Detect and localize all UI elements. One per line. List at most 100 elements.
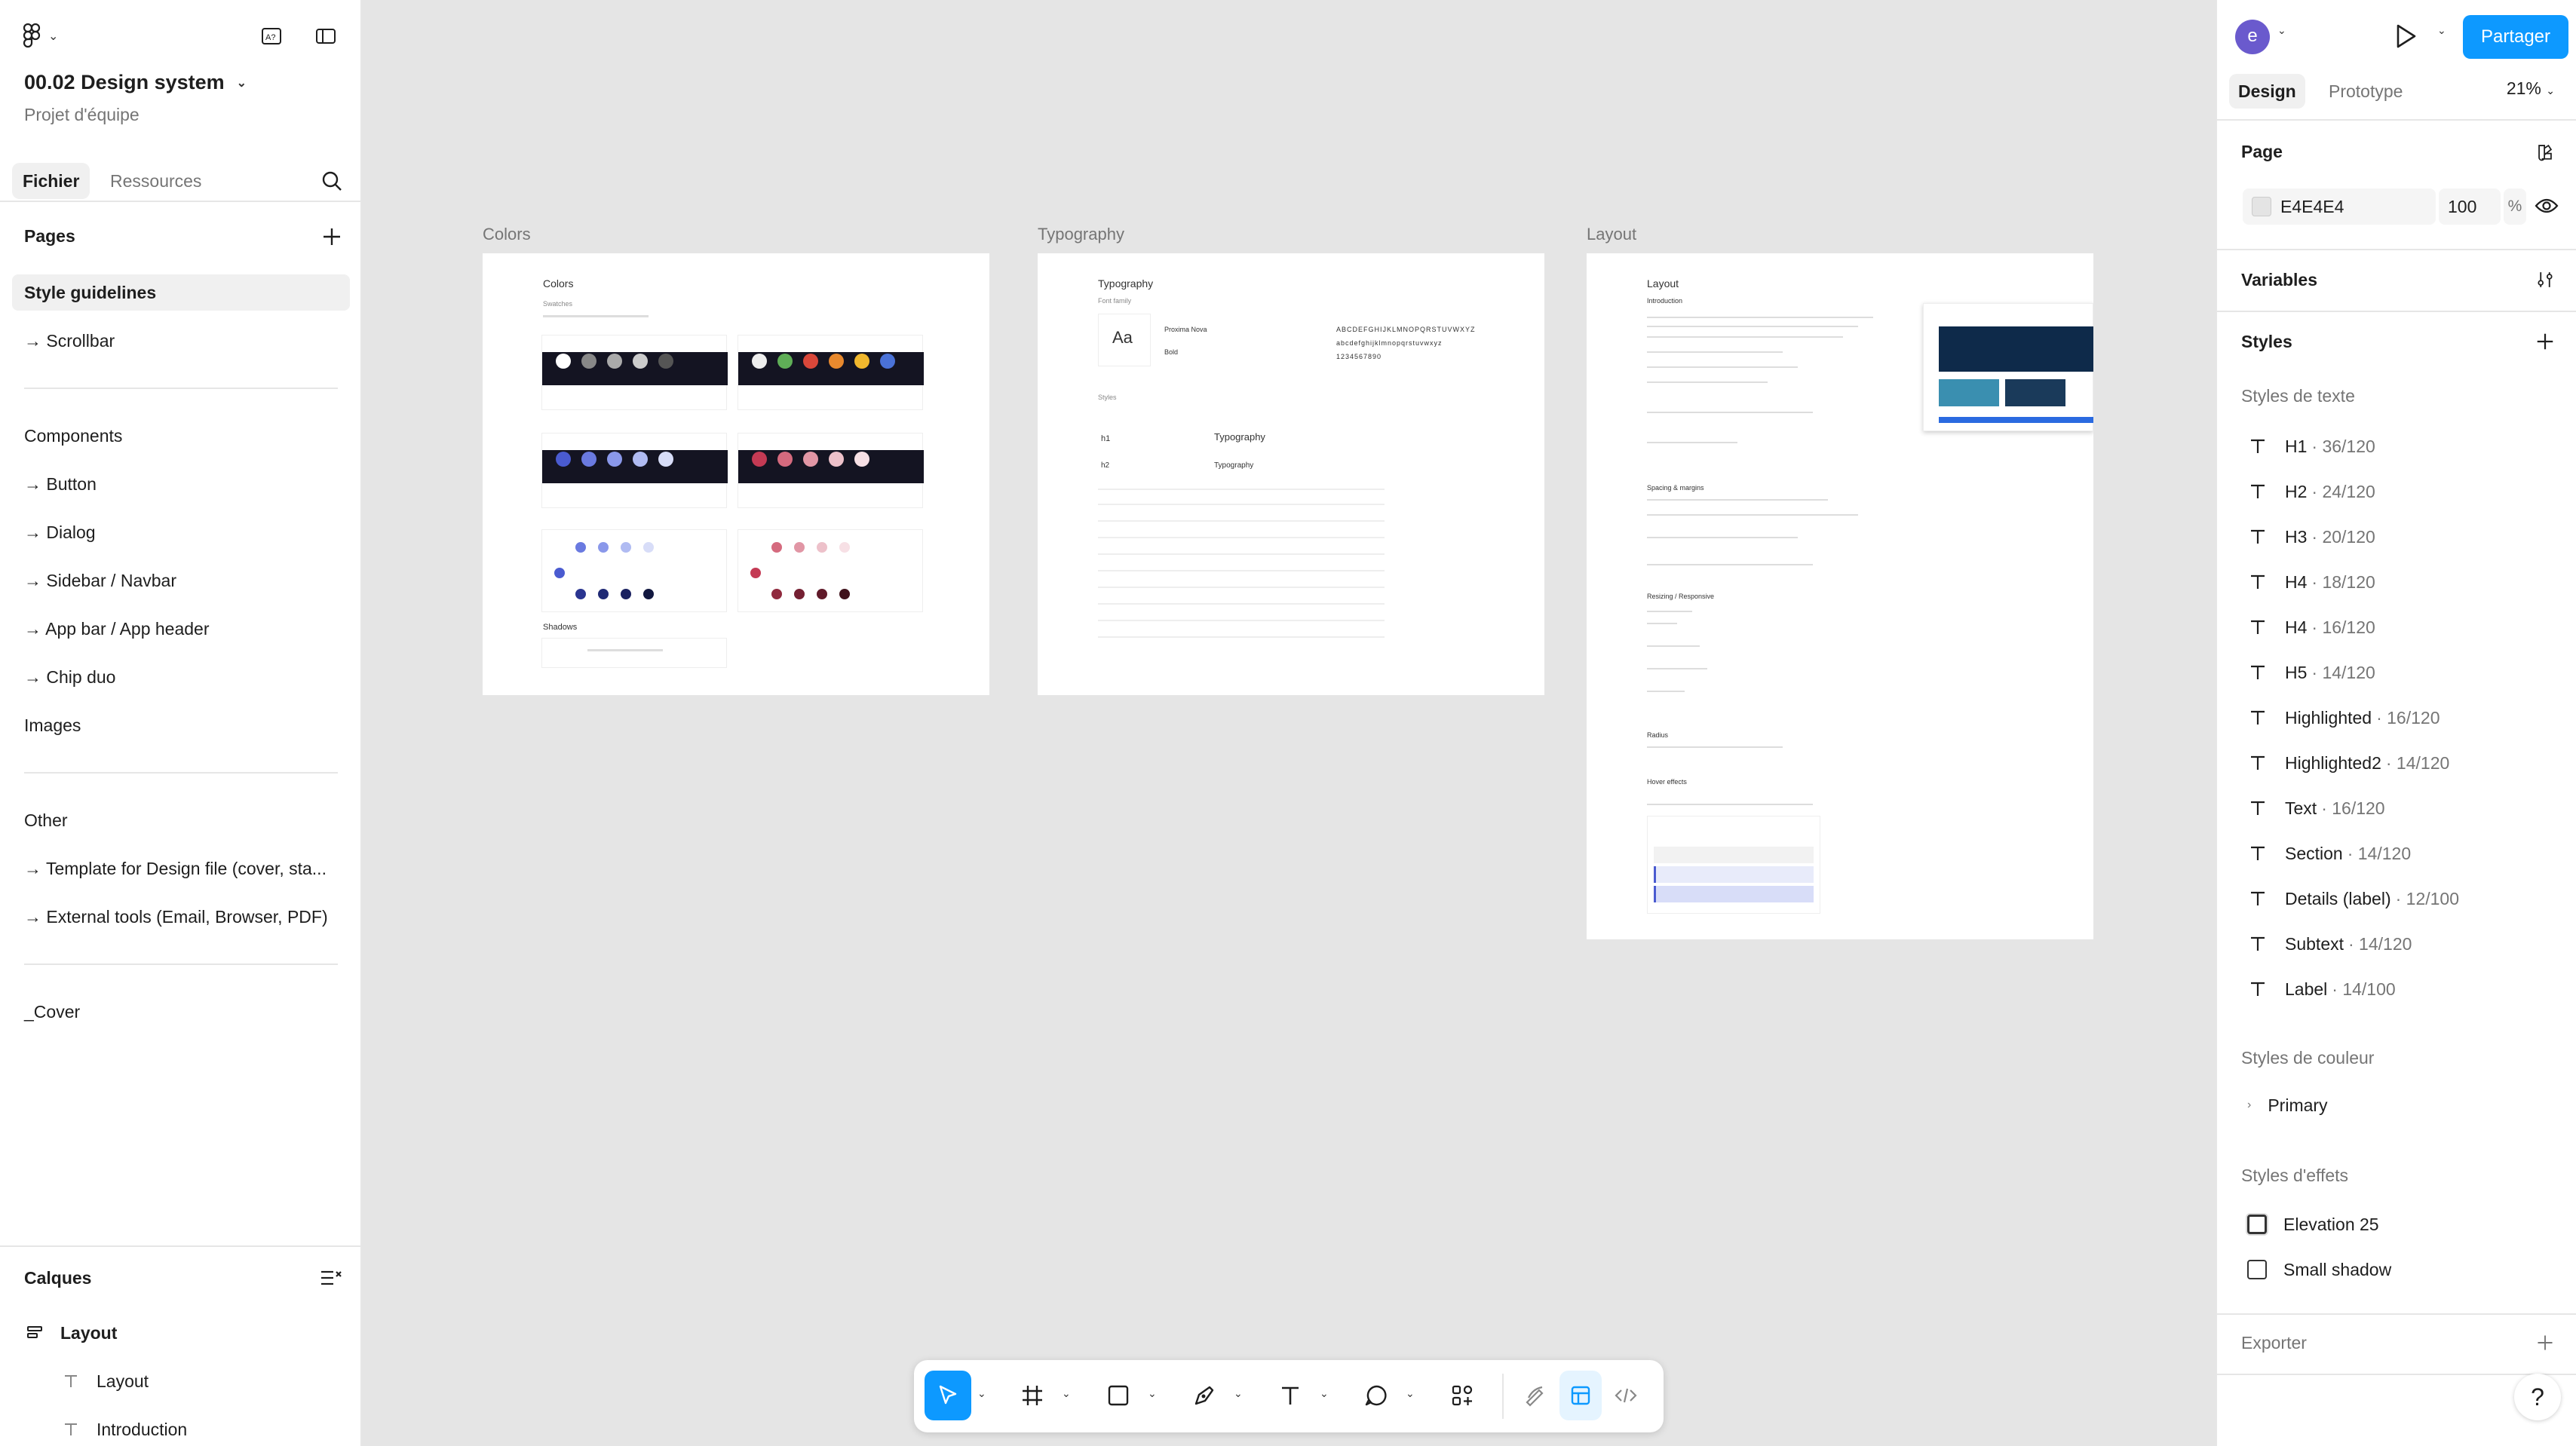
toggle-sidebar-button[interactable] <box>312 23 339 50</box>
tab-file[interactable]: Fichier <box>12 163 90 199</box>
text-placeholder <box>1647 514 1858 516</box>
swatch-dot <box>829 354 844 369</box>
chevron-down-icon[interactable]: ⌄ <box>1234 1387 1249 1402</box>
section-resize: Resizing / Responsive <box>1647 593 1715 600</box>
main-menu-button[interactable]: ⌄ <box>23 21 65 51</box>
frame-layout[interactable]: Layout Introduction Spacing & margins Re… <box>1587 253 2093 939</box>
text-style-row[interactable]: H3 · 20/120 <box>2217 514 2576 559</box>
page-item-template[interactable]: → Template for Design file (cover, sta..… <box>0 844 362 893</box>
help-button[interactable]: ? <box>2514 1374 2561 1420</box>
page-item-other[interactable]: Other <box>0 796 362 844</box>
swatch-dot <box>575 542 586 553</box>
add-page-button[interactable] <box>318 223 345 250</box>
frame-label-typography[interactable]: Typography <box>1038 225 1124 244</box>
add-style-button[interactable] <box>2532 329 2558 354</box>
text-style-row[interactable]: Highlighted · 16/120 <box>2217 695 2576 740</box>
frame-label-layout[interactable]: Layout <box>1587 225 1636 244</box>
avatar[interactable]: e <box>2235 20 2270 54</box>
text-style-row[interactable]: H4 · 16/120 <box>2217 605 2576 650</box>
frame-tool-button[interactable] <box>1009 1371 1056 1420</box>
add-export-button[interactable] <box>2532 1330 2558 1356</box>
chevron-down-icon[interactable]: ⌄ <box>2437 24 2446 37</box>
page-item-components[interactable]: Components <box>0 412 362 460</box>
page-settings-button[interactable] <box>2532 139 2558 164</box>
share-button[interactable]: Partager <box>2463 15 2568 59</box>
effect-style-elevation[interactable]: Elevation 25 <box>2217 1202 2576 1247</box>
draw-mode-button[interactable] <box>1514 1371 1556 1420</box>
swatch-dot <box>575 589 586 599</box>
frame-typography[interactable]: Typography Font family Aa Proxima Nova B… <box>1038 253 1544 695</box>
search-icon[interactable] <box>318 167 345 195</box>
chevron-down-icon[interactable]: ⌄ <box>1320 1387 1335 1402</box>
zoom-dropdown[interactable]: 21% ⌄ <box>2507 78 2555 99</box>
page-item-sidebar-navbar[interactable]: → Sidebar / Navbar <box>0 556 362 605</box>
section-spacing: Spacing & margins <box>1647 484 1704 492</box>
zoom-value: 21% <box>2506 78 2541 98</box>
page-item-cover[interactable]: _Cover <box>0 988 362 1036</box>
pen-tool-button[interactable] <box>1181 1371 1228 1420</box>
shape-tool-button[interactable] <box>1095 1371 1142 1420</box>
tab-assets[interactable]: Ressources <box>100 163 212 199</box>
chevron-down-icon: ⌄ <box>48 30 59 43</box>
page-item-button[interactable]: → Button <box>0 460 362 508</box>
page-color-input[interactable]: E4E4E4 <box>2243 188 2436 225</box>
chevron-down-icon[interactable]: ⌄ <box>1148 1387 1163 1402</box>
text-style-row[interactable]: H5 · 14/120 <box>2217 650 2576 695</box>
text-style-row[interactable]: H4 · 18/120 <box>2217 559 2576 605</box>
layer-row-text[interactable]: Introduction <box>0 1407 362 1446</box>
text-style-name: Highlighted2 <box>2285 752 2381 773</box>
frame-colors[interactable]: Colors Swatches Shadows <box>483 253 989 695</box>
tab-design[interactable]: Design <box>2229 74 2305 109</box>
canvas[interactable]: Colors Colors Swatches Shadows Typograph… <box>362 0 2216 1446</box>
dev-mode-button[interactable] <box>1605 1371 1647 1420</box>
chevron-down-icon[interactable]: ⌄ <box>977 1387 992 1402</box>
chevron-down-icon[interactable]: ⌄ <box>2277 24 2286 37</box>
text-style-row[interactable]: H1 · 36/120 <box>2217 424 2576 469</box>
color-swatch <box>2252 197 2271 216</box>
text-style-row[interactable]: Text · 16/120 <box>2217 786 2576 831</box>
page-item-external-tools[interactable]: → External tools (Email, Browser, PDF) <box>0 893 362 941</box>
move-tool-button[interactable] <box>925 1371 971 1420</box>
effect-style-small-shadow[interactable]: Small shadow <box>2217 1247 2576 1292</box>
layer-row-text[interactable]: Layout <box>0 1359 362 1404</box>
text-style-row[interactable]: Highlighted2 · 14/120 <box>2217 740 2576 786</box>
text-icon <box>1282 1386 1299 1405</box>
text-style-icon <box>2251 982 2265 996</box>
frame-label-colors[interactable]: Colors <box>483 225 531 244</box>
chevron-down-icon[interactable]: ⌄ <box>1406 1387 1421 1402</box>
design-mode-button[interactable] <box>1559 1371 1602 1420</box>
play-icon[interactable] <box>2390 21 2421 51</box>
layers-list-icon[interactable] <box>318 1265 344 1291</box>
text-style-row[interactable]: H2 · 24/120 <box>2217 469 2576 514</box>
text-style-row[interactable]: Subtext · 14/120 <box>2217 921 2576 967</box>
ai-icon-button[interactable]: A? <box>258 23 285 50</box>
tab-prototype[interactable]: Prototype <box>2320 74 2412 109</box>
page-item-app-bar[interactable]: → App bar / App header <box>0 605 362 653</box>
text-style-name: H2 <box>2285 481 2308 501</box>
text-style-row[interactable]: Label · 14/100 <box>2217 967 2576 1012</box>
text-style-row[interactable]: Section · 14/120 <box>2217 831 2576 876</box>
frame-subtitle: Swatches <box>543 300 573 308</box>
page-item-dialog[interactable]: → Dialog <box>0 508 362 556</box>
layer-row-frame[interactable]: Layout <box>0 1310 362 1356</box>
text-style-meta: · 36/120 <box>2311 436 2375 456</box>
file-title[interactable]: 00.02 Design system ⌄ <box>24 71 247 94</box>
text-tool-button[interactable] <box>1267 1371 1314 1420</box>
page-item-images[interactable]: Images <box>0 701 362 749</box>
text-style-row[interactable]: Details (label) · 12/100 <box>2217 876 2576 921</box>
variables-button[interactable] <box>2532 267 2558 293</box>
color-style-primary[interactable]: › Primary <box>2217 1083 2576 1128</box>
digits: 1234567890 <box>1336 353 1382 360</box>
chevron-down-icon[interactable]: ⌄ <box>1062 1387 1077 1402</box>
text-style-meta: · 14/120 <box>2348 933 2412 954</box>
page-item-scrollbar[interactable]: → Scrollbar <box>0 317 362 365</box>
page-item-style-guidelines[interactable]: Style guidelines <box>12 274 350 311</box>
text-style-meta: · 14/100 <box>2332 979 2396 999</box>
page-item-chip-duo[interactable]: → Chip duo <box>0 653 362 701</box>
actions-button[interactable] <box>1439 1371 1486 1420</box>
svg-text:A?: A? <box>265 33 275 42</box>
eye-icon[interactable] <box>2534 193 2559 219</box>
font-name: Proxima Nova <box>1164 326 1207 333</box>
page-opacity-input[interactable]: 100 <box>2439 188 2501 225</box>
comment-tool-button[interactable] <box>1353 1371 1400 1420</box>
